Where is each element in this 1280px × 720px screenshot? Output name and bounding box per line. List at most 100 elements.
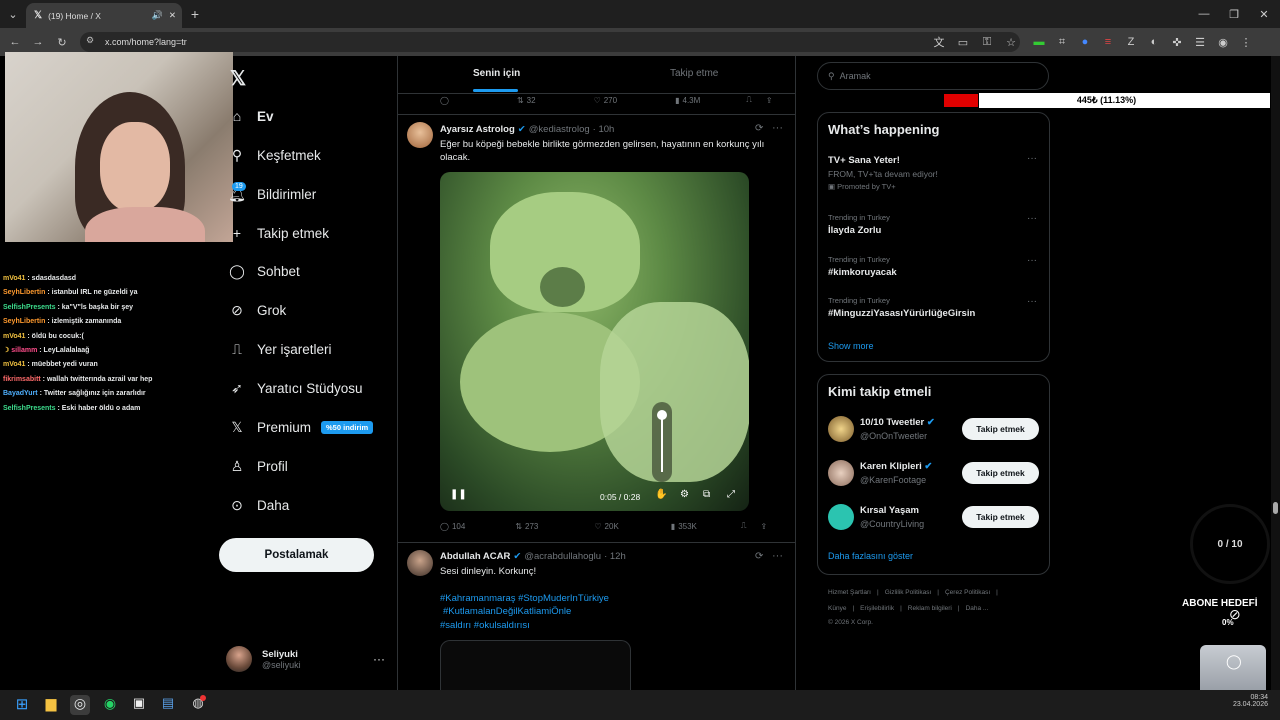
key-icon[interactable]: ⚿ <box>978 33 996 51</box>
minimize-icon[interactable]: — <box>1195 5 1213 23</box>
bookmark-icon[interactable]: ⎍ <box>746 95 752 105</box>
tab-close-icon[interactable]: ✕ <box>169 10 176 21</box>
page-scrollbar[interactable] <box>1271 56 1280 690</box>
follow-suggestion[interactable]: 10/10 Tweetler ✔ @OnOnTweetler Takip etm… <box>828 416 1043 444</box>
pause-icon[interactable]: ❚❚ <box>450 489 467 500</box>
nav-grok[interactable]: ⊘ Grok <box>228 302 286 319</box>
share-icon[interactable]: ⇪ <box>760 522 767 531</box>
follow-button[interactable]: Takip etmek <box>962 418 1039 440</box>
nav-explore[interactable]: ⚲ Keşfetmek <box>228 147 321 164</box>
back-icon[interactable]: ← <box>6 33 24 51</box>
reading-list-icon[interactable]: ☰ <box>1191 33 1209 51</box>
views-icon[interactable]: ▮ <box>671 522 675 531</box>
nav-more[interactable]: ⊙ Daha <box>228 497 289 514</box>
show-more-link[interactable]: Daha fazlasını göster <box>828 551 913 561</box>
trend-item[interactable]: TV+ Sana Yeter! FROM, TV+'ta devam ediyo… <box>828 155 1043 191</box>
nav-profile[interactable]: ♙ Profil <box>228 458 288 475</box>
tweet-author[interactable]: Ayarsız Astrolog <box>440 124 515 135</box>
extension-blue-icon[interactable]: ● <box>1076 33 1094 51</box>
tab-audio-icon[interactable]: 🔊 <box>152 10 163 21</box>
retweet-icon[interactable]: ⇅ <box>517 96 524 105</box>
tweet-author[interactable]: Abdullah ACAR <box>440 551 510 562</box>
like-icon[interactable]: ♡ <box>594 522 601 531</box>
windows-start-icon[interactable]: ⊞ <box>12 695 32 715</box>
x-logo-icon[interactable]: 𝕏 <box>230 66 246 91</box>
trend-more-icon[interactable]: ··· <box>1027 213 1037 224</box>
tab-following[interactable]: Takip etme <box>670 68 718 79</box>
new-tab-icon[interactable]: + <box>186 5 204 23</box>
tab-search-icon[interactable]: ⌄ <box>4 5 22 23</box>
whatsapp-icon[interactable]: ◉ <box>100 695 120 715</box>
maximize-icon[interactable]: ❐ <box>1225 5 1243 23</box>
extension-gamepad-icon[interactable]: ⌗ <box>1053 33 1071 51</box>
tweet-more-icon[interactable]: ··· <box>772 550 783 562</box>
paint-icon[interactable]: ▣ <box>129 695 149 715</box>
forward-icon[interactable]: → <box>29 33 47 51</box>
search-input[interactable]: Aramak <box>840 71 871 81</box>
follow-suggestion[interactable]: Kırsal Yaşam @CountryLiving Takip etmek <box>828 504 1043 532</box>
views-icon[interactable]: ▮ <box>675 96 679 105</box>
browser-menu-icon[interactable]: ⋮ <box>1237 33 1255 51</box>
extension-z-icon[interactable]: Z <box>1122 33 1140 51</box>
volume-slider[interactable] <box>652 402 672 482</box>
trend-more-icon[interactable]: ··· <box>1027 153 1037 164</box>
extensions-puzzle-icon[interactable]: ✜ <box>1168 33 1186 51</box>
grok-analyze-icon[interactable]: ⟳ <box>755 551 763 562</box>
reload-icon[interactable]: ↻ <box>53 33 71 51</box>
fullscreen-icon[interactable]: ⤢ <box>727 489 735 500</box>
pip-icon[interactable]: ⧉ <box>703 489 710 500</box>
tweet-handle[interactable]: @kediastrolog <box>529 124 590 135</box>
clock[interactable]: 08:34 23.04.2026 <box>1226 694 1268 708</box>
nav-premium[interactable]: 𝕏 Premium %50 indirim <box>228 419 374 436</box>
address-bar[interactable]: x.com/home?lang=tr <box>80 32 1020 52</box>
share-icon[interactable]: ⇪ <box>766 96 773 105</box>
extension-green-icon[interactable]: ▬ <box>1030 33 1048 51</box>
browser-tab[interactable]: 𝕏 (19) Home / X 🔊 ✕ <box>26 3 182 28</box>
retweet-icon[interactable]: ⇅ <box>515 522 522 531</box>
follow-suggestion[interactable]: Karen Klipleri ✔ @KarenFootage Takip etm… <box>828 460 1043 488</box>
trend-item[interactable]: Trending in Turkey İlayda Zorlu <box>828 213 890 236</box>
site-info-icon[interactable]: ⚙ <box>86 35 94 46</box>
tweet-time[interactable]: · 12h <box>604 551 626 562</box>
trend-more-icon[interactable]: ··· <box>1027 255 1037 266</box>
bookmark-star-icon[interactable]: ☆ <box>1002 33 1020 51</box>
trend-item[interactable]: Trending in Turkey #MinguzziYasasıYürürl… <box>828 296 975 319</box>
tweet-handle[interactable]: @acrabdullahoglu <box>524 551 601 562</box>
nav-home[interactable]: ⌂ Ev <box>228 108 274 124</box>
search-box[interactable]: ⚲ Aramak <box>817 62 1049 90</box>
nav-creator-studio[interactable]: ➶ Yaratıcı Stüdyosu <box>228 380 362 397</box>
chrome-icon[interactable]: ◎ <box>70 695 90 715</box>
tweet-avatar[interactable] <box>407 122 433 148</box>
tab-for-you[interactable]: Senin için <box>473 68 520 79</box>
settings-icon[interactable]: ⚙ <box>680 489 689 500</box>
window-close-icon[interactable]: ✕ <box>1255 5 1273 23</box>
tweet-media[interactable] <box>440 640 631 690</box>
bookmark-icon[interactable]: ⎍ <box>741 521 747 531</box>
trend-more-icon[interactable]: ··· <box>1027 296 1037 307</box>
follow-button[interactable]: Takip etmek <box>962 462 1039 484</box>
file-explorer-icon[interactable]: ▆ <box>41 695 61 715</box>
nav-bookmarks[interactable]: ⎍ Yer işaretleri <box>228 341 331 358</box>
trend-item[interactable]: Trending in Turkey #kimkoruyacak <box>828 255 897 278</box>
extension-flag-icon[interactable]: ≡ <box>1099 33 1117 51</box>
nav-follow[interactable]: + Takip etmek <box>228 225 329 241</box>
tweet-time[interactable]: · 10h <box>593 124 615 135</box>
tweet-avatar[interactable] <box>407 550 433 576</box>
cast-icon[interactable]: ▭ <box>954 33 972 51</box>
post-button[interactable]: Postalamak <box>219 538 374 572</box>
extension-circle-icon[interactable]: ◐ <box>1145 33 1163 51</box>
photos-icon[interactable]: ▤ <box>158 695 178 715</box>
scrollbar-thumb[interactable] <box>1273 502 1278 514</box>
grok-analyze-icon[interactable]: ⟳ <box>755 123 763 134</box>
profile-icon[interactable]: ◉ <box>1214 33 1232 51</box>
nav-chat[interactable]: ◯ Sohbet <box>228 263 300 280</box>
tweet-hashtags[interactable]: #KutlamalanDeğilKatliamiÖnle <box>443 606 571 617</box>
tweet-hashtags[interactable]: #Kahramanmaraş #StopMuderInTürkiye <box>440 593 609 604</box>
like-icon[interactable]: ♡ <box>594 96 601 105</box>
reply-icon[interactable]: ◯ <box>440 522 449 531</box>
volume-icon[interactable]: ✋ <box>655 489 667 500</box>
tweet-hashtags[interactable]: #saldırı #okulsaldırısı <box>440 620 530 631</box>
reply-icon[interactable]: ◯ <box>440 96 449 105</box>
tweet-video[interactable]: ❚❚ 0:05 / 0:28 ✋ ⚙ ⧉ ⤢ <box>440 172 749 511</box>
show-more-link[interactable]: Show more <box>828 341 874 351</box>
